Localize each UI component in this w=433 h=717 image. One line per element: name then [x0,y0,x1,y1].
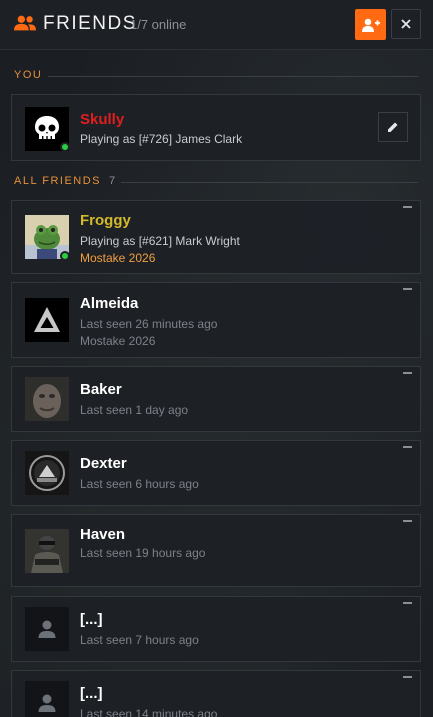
friend-status: Last seen 1 day ago [80,403,189,417]
emblem-icon [25,451,69,495]
close-button[interactable] [391,9,421,39]
edit-profile-button[interactable] [378,112,408,142]
friend-status: Playing as [#621] Mark Wright [80,234,240,248]
remove-friend-button[interactable] [403,520,412,522]
friend-server: Mostake 2026 [80,251,156,265]
character-photo-icon [25,529,69,573]
remove-friend-button[interactable] [403,602,412,604]
online-count: 1/7 online [130,17,187,32]
user-icon [25,681,69,717]
you-divider [48,76,418,77]
friend-card[interactable]: Froggy Playing as [#621] Mark Wright Mos… [11,200,421,274]
friends-header: FRIENDS 1/7 online [0,0,433,50]
friend-name: Dexter [80,455,127,472]
online-indicator [60,251,70,261]
friend-status: Last seen 7 hours ago [80,633,199,647]
face-photo-icon [25,377,69,421]
friends-section-label: ALL FRIENDS 7 [14,175,115,187]
friend-card[interactable]: Baker Last seen 1 day ago [11,366,421,432]
friends-section-text: ALL FRIENDS [14,175,102,187]
friend-card[interactable]: Almeida Last seen 26 minutes ago Mostake… [11,282,421,358]
friend-name: Baker [80,381,122,398]
remove-friend-button[interactable] [403,446,412,448]
online-indicator [60,142,70,152]
my-name: Skully [80,111,125,128]
remove-friend-button[interactable] [403,206,412,208]
default-avatar [25,607,69,651]
close-icon [401,19,411,29]
friend-name: Haven [80,526,126,543]
friend-name: [...] [80,685,103,702]
friend-status: Last seen 14 minutes ago [80,707,218,717]
friend-name: [...] [80,611,103,628]
triangle-avatar [25,298,69,342]
my-status: Playing as [#726] James Clark [80,132,243,146]
people-icon [14,15,36,31]
badge-avatar [25,451,69,495]
my-profile-card: Skully Playing as [#726] James Clark [11,94,421,161]
you-section-label: YOU [14,69,42,81]
default-avatar [25,681,69,717]
remove-friend-button[interactable] [403,676,412,678]
add-friend-icon [361,18,380,32]
friend-name: Almeida [80,295,139,312]
triangle-logo-icon [25,298,69,342]
friend-server: Mostake 2026 [80,334,156,348]
friend-card[interactable]: [...] Last seen 14 minutes ago [11,670,421,717]
remove-friend-button[interactable] [403,372,412,374]
friend-status: Last seen 19 hours ago [80,546,206,560]
friend-name: Froggy [80,212,131,229]
add-friend-button[interactable] [355,9,386,40]
friend-card[interactable]: Dexter Last seen 6 hours ago [11,440,421,506]
friend-status: Last seen 26 minutes ago [80,317,218,331]
friend-card[interactable]: Haven Last seen 19 hours ago [11,514,421,587]
user-icon [25,607,69,651]
pencil-icon [388,122,398,132]
face-avatar [25,377,69,421]
friend-status: Last seen 6 hours ago [80,477,199,491]
character-avatar [25,529,69,573]
remove-friend-button[interactable] [403,288,412,290]
page-title: FRIENDS [43,13,137,34]
friends-count: 7 [109,175,116,187]
friend-card[interactable]: [...] Last seen 7 hours ago [11,596,421,662]
you-section-text: YOU [14,69,43,81]
friends-divider [121,182,418,183]
